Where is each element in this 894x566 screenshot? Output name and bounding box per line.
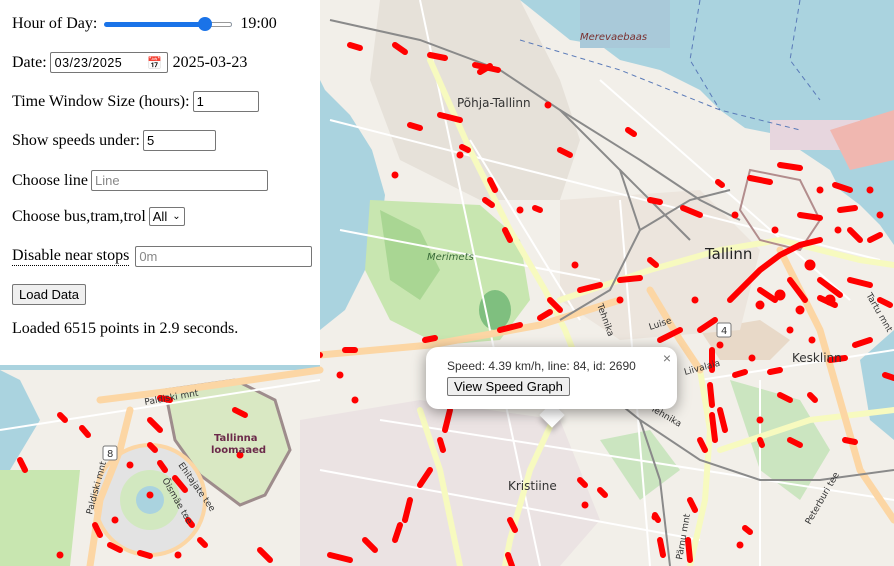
label-tallinn: Tallinn — [704, 245, 752, 263]
status-row: Loaded 6515 points in 2.9 seconds. — [12, 320, 238, 338]
window-label: Time Window Size (hours): — [12, 92, 190, 110]
date-input-value: 03/23/2025 — [54, 55, 123, 70]
hour-display: 19:00 — [240, 15, 277, 32]
line-row: Choose line — [12, 170, 268, 191]
load-row: Load Data — [12, 284, 86, 305]
type-row: Choose bus,tram,trol All ⌄ — [12, 207, 185, 226]
line-input[interactable] — [91, 170, 268, 191]
label-zoo-1: Tallinna — [214, 433, 258, 444]
date-label: Date: — [12, 53, 47, 71]
view-speed-graph-button[interactable]: View Speed Graph — [447, 377, 570, 396]
vehicle-type-value: All — [152, 209, 168, 224]
line-label: Choose line — [12, 171, 88, 189]
vehicle-type-select[interactable]: All ⌄ — [148, 207, 185, 226]
date-row: Date: 03/23/2025 📅 2025-03-23 — [12, 52, 247, 73]
speed-label: Show speeds under: — [12, 131, 140, 149]
date-input[interactable]: 03/23/2025 📅 — [49, 52, 168, 73]
control-panel: Hour of Day: 19:00 Date: 03/23/2025 📅 20… — [0, 0, 320, 365]
date-display: 2025-03-23 — [172, 53, 248, 71]
popup-info-text: Speed: 4.39 km/h, line: 84, id: 2690 — [447, 359, 636, 373]
label-merimets: Merimets — [427, 252, 474, 263]
label-kristiine: Kristiine — [508, 479, 557, 493]
stops-distance-input[interactable] — [135, 246, 313, 267]
calendar-icon[interactable]: 📅 — [147, 56, 162, 70]
road-shield-8: 8 — [102, 445, 118, 461]
svg-text:4: 4 — [721, 326, 727, 337]
type-label: Choose bus,tram,trol — [12, 207, 146, 225]
speed-popup: × Speed: 4.39 km/h, line: 84, id: 2690 V… — [426, 347, 677, 409]
label-merevaebaas: Merevaebaas — [580, 32, 647, 43]
stops-label: Disable near stops — [12, 247, 130, 266]
hour-row: Hour of Day: 19:00 — [12, 15, 277, 33]
stops-row: Disable near stops — [12, 246, 313, 267]
label-zoo-2: loomaaed — [211, 445, 266, 456]
window-row: Time Window Size (hours): — [12, 91, 259, 112]
hour-label: Hour of Day: — [12, 15, 98, 32]
svg-text:8: 8 — [107, 449, 113, 460]
load-data-button[interactable]: Load Data — [12, 284, 86, 305]
window-size-input[interactable] — [192, 91, 259, 112]
speed-row: Show speeds under: — [12, 130, 216, 151]
status-text: Loaded 6515 points in 2.9 seconds. — [12, 320, 239, 337]
label-pohja-tallinn: Põhja-Tallinn — [457, 96, 531, 110]
hour-slider[interactable] — [104, 16, 233, 32]
speed-threshold-input[interactable] — [142, 130, 216, 151]
chevron-down-icon: ⌄ — [172, 211, 181, 222]
label-kesklinn: Kesklinn — [792, 351, 842, 365]
hour-slider-thumb[interactable] — [198, 17, 213, 31]
road-shield-4: 4 — [716, 322, 732, 338]
close-icon[interactable]: × — [663, 350, 671, 366]
